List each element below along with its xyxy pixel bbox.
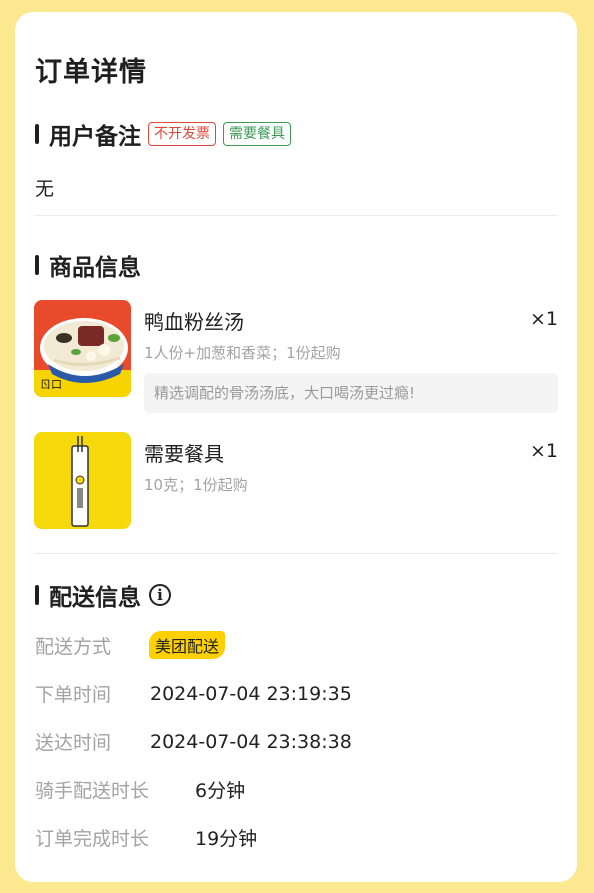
item-name: 需要餐具	[144, 442, 224, 466]
item-spec: 10克；1份起购	[144, 476, 248, 494]
section-bar	[35, 255, 39, 275]
item-quantity: ×1	[529, 440, 558, 462]
remark-title-text: 用户备注	[49, 124, 141, 150]
rider-duration-row: 骑手配送时长 6分钟	[35, 776, 245, 803]
divider	[34, 553, 558, 554]
info-value: 2024-07-04 23:38:38	[150, 730, 352, 753]
delivery-method-row: 配送方式 美团配送	[35, 631, 226, 659]
info-label: 配送方式	[35, 635, 112, 658]
svg-text:ㄖ口: ㄖ口	[40, 378, 62, 391]
info-label: 骑手配送时长	[35, 780, 150, 802]
order-duration-row: 订单完成时长 19分钟	[35, 824, 257, 851]
item-description: 精选调配的骨汤汤底，大口喝汤更过瘾!	[144, 373, 558, 413]
no-invoice-tag: 不开发票	[148, 122, 216, 146]
item-quantity: ×1	[529, 308, 558, 330]
info-value: 19分钟	[195, 828, 258, 850]
info-value: 6分钟	[195, 780, 246, 802]
order-detail-card: 订单详情 用户备注 不开发票 需要餐具 无 商品信息 ㄖ口 鸭血粉丝汤 ×1 1…	[15, 12, 577, 882]
info-label: 订单完成时长	[35, 828, 150, 850]
goods-item[interactable]: 需要餐具 ×1 10克；1份起购	[34, 432, 558, 529]
goods-section-title: 商品信息	[35, 248, 141, 282]
delivered-time-row: 送达时间 2024-07-04 23:38:38	[35, 728, 352, 755]
section-bar	[35, 585, 39, 605]
delivery-section-title: 配送信息 i	[35, 578, 171, 612]
order-time-row: 下单时间 2024-07-04 23:19:35	[35, 680, 352, 707]
chopsticks-image	[34, 432, 131, 529]
info-label: 下单时间	[35, 684, 112, 706]
need-cutlery-tag: 需要餐具	[223, 122, 291, 146]
item-spec: 1人份+加葱和香菜；1份起购	[144, 344, 341, 362]
remark-content: 无	[35, 178, 55, 200]
page-title: 订单详情	[35, 57, 147, 88]
section-bar	[35, 124, 39, 144]
info-label: 送达时间	[35, 732, 112, 754]
meituan-delivery-badge: 美团配送	[149, 631, 226, 659]
item-name: 鸭血粉丝汤	[144, 310, 244, 334]
info-value: 2024-07-04 23:19:35	[150, 682, 352, 705]
goods-title-text: 商品信息	[49, 255, 141, 281]
divider	[34, 215, 558, 216]
soup-bowl-image: ㄖ口	[34, 300, 131, 397]
delivery-title-text: 配送信息	[49, 585, 141, 611]
info-icon[interactable]: i	[149, 584, 171, 606]
goods-item[interactable]: ㄖ口 鸭血粉丝汤 ×1 1人份+加葱和香菜；1份起购 精选调配的骨汤汤底，大口喝…	[34, 300, 558, 415]
remark-section-title: 用户备注 不开发票 需要餐具	[35, 117, 291, 151]
